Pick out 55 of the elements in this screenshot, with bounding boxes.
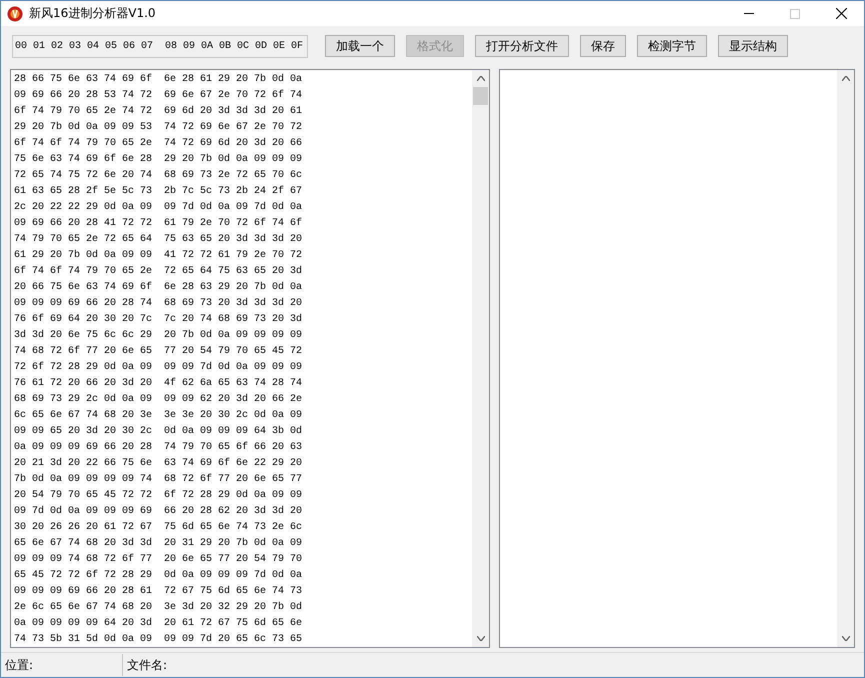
hex-line: 20 21 3d 20 22 66 75 6e 63 74 69 6f 6e 22 29 20 — [14, 456, 304, 471]
toolbar-button[interactable]: 保存 — [580, 35, 626, 57]
scroll-up-icon[interactable] — [842, 76, 850, 81]
scroll-down-icon[interactable] — [842, 636, 850, 641]
hex-line: 6f 74 6f 74 79 70 65 2e 74 72 69 6d 20 3d 20 66 — [14, 136, 304, 151]
hex-line: 72 6f 72 28 29 0d 0a 09 09 09 7d 0d 0a 09 09 09 — [14, 360, 304, 375]
hex-line: 20 54 79 70 65 45 72 72 6f 72 28 29 0d 0a 09 09 — [14, 488, 304, 503]
position-label: 位置: — [1, 654, 123, 676]
scroll-thumb[interactable] — [473, 87, 488, 105]
hex-line: 2e 6c 65 6e 67 74 68 20 3e 3d 20 32 29 20 7b 0d — [14, 600, 304, 615]
hex-line: 3d 3d 20 6e 75 6c 6c 29 20 7b 0d 0a 09 09 09 09 — [14, 328, 304, 343]
hex-line: 0a 09 09 09 69 66 20 28 74 79 70 65 6f 66 20 63 — [14, 440, 304, 455]
hex-line: 75 6e 63 74 69 6f 6e 28 29 20 7b 0d 0a 09 09 09 — [14, 152, 304, 167]
toolbar-button[interactable]: 加载一个 — [325, 35, 395, 57]
hex-line: 2c 20 22 22 29 0d 0a 09 09 7d 0d 0a 09 7d 0d 0a — [14, 200, 304, 215]
hex-line: 68 69 73 29 2c 0d 0a 09 09 09 62 20 3d 20 66 2e — [14, 392, 304, 407]
hex-line: 7b 0d 0a 09 09 09 09 74 68 72 6f 77 20 6e 65 77 — [14, 472, 304, 487]
hex-line: 76 61 72 20 66 20 3d 20 4f 62 6a 65 63 74 28 74 — [14, 376, 304, 391]
hex-line: 74 79 70 65 2e 72 65 64 75 63 65 20 3d 3d 3d 20 — [14, 232, 304, 247]
toolbar-button[interactable]: 打开分析文件 — [475, 35, 569, 57]
hex-line: 09 69 66 20 28 53 74 72 69 6e 67 2e 70 72 6f 74 — [14, 88, 304, 103]
hex-text-area[interactable] — [10, 69, 490, 648]
app-icon — [7, 6, 23, 22]
hex-line: 09 09 09 69 66 20 28 74 68 69 73 20 3d 3d 3d 20 — [14, 296, 304, 311]
hex-line: 30 20 26 26 20 61 72 67 75 6d 65 6e 74 73 2e 6c — [14, 520, 304, 535]
column-header-field: 00 01 02 03 04 05 06 07 08 09 0A 0B 0C 0D 0E 0F — [12, 34, 308, 58]
toolbar-button[interactable]: 检测字节 — [637, 35, 707, 57]
hex-line: 09 09 65 20 3d 20 30 2c 0d 0a 09 09 09 64 3b 0d — [14, 424, 304, 439]
scrollbar[interactable] — [837, 70, 854, 647]
hex-line: 09 69 66 20 28 41 72 72 61 79 2e 70 72 6f 74 6f — [14, 216, 304, 231]
hex-line: 61 63 65 28 2f 5e 5c 73 2b 7c 5c 73 2b 24 2f 67 — [14, 184, 304, 199]
hex-line: 0a 09 09 09 09 64 20 3d 20 61 72 67 75 6d 65 6e — [14, 616, 304, 631]
hex-line: 76 6f 69 64 20 30 20 7c 7c 20 74 68 69 73 20 3d — [14, 312, 304, 327]
hex-line: 72 65 74 75 72 6e 20 74 68 69 73 2e 72 65 70 6c — [14, 169, 304, 183]
window-title: 新风16进制分析器V1.0 — [29, 5, 157, 22]
scroll-down-icon[interactable] — [476, 636, 484, 641]
hex-line: 74 73 5b 31 5d 0d 0a 09 09 09 7d 20 65 6c 73 65 — [14, 632, 304, 647]
hex-line: 6c 65 6e 67 74 68 20 3e 3e 3e 20 30 2c 0d 0a 09 — [14, 408, 304, 423]
hex-line: 65 6e 67 74 68 20 3d 3d 20 31 29 20 7b 0d 0a 09 — [14, 536, 304, 551]
filename-label: 文件名: — [126, 656, 168, 674]
hex-line: 09 7d 0d 0a 09 09 09 69 66 20 28 62 20 3d 3d 20 — [14, 504, 304, 519]
hex-line: 74 68 72 6f 77 20 6e 65 77 20 54 79 70 65 45 72 — [14, 344, 304, 359]
hex-line: 29 20 7b 0d 0a 09 09 53 74 72 69 6e 67 2e 70 72 — [14, 120, 304, 135]
hex-line: 09 09 09 74 68 72 6f 77 20 6e 65 77 20 54 79 70 — [14, 552, 304, 567]
scroll-up-icon[interactable] — [476, 76, 484, 81]
hex-line: 65 45 72 72 6f 72 28 29 0d 0a 09 09 09 7d 0d 0a — [14, 568, 304, 583]
hex-line: 6f 74 79 70 65 2e 74 72 69 6d 20 3d 3d 3d 20 61 — [14, 104, 304, 119]
hex-line: 61 29 20 7b 0d 0a 09 09 41 72 72 61 79 2e 70 72 — [14, 248, 304, 263]
toolbar-button[interactable]: 显示结构 — [718, 35, 788, 57]
hex-line: 6f 74 6f 74 79 70 65 2e 72 65 64 75 63 65 20 3d — [14, 264, 304, 279]
scrollbar[interactable] — [472, 70, 489, 647]
hex-line: 28 66 75 6e 63 74 69 6f 6e 28 61 29 20 7b 0d 0a — [14, 72, 304, 87]
close-icon[interactable] — [836, 8, 846, 19]
hex-line: 09 09 09 69 66 20 28 61 72 67 75 6d 65 6e 74 73 — [14, 584, 304, 599]
hex-line: 20 66 75 6e 63 74 69 6f 6e 28 63 29 20 7b 0d 0a — [14, 280, 304, 295]
